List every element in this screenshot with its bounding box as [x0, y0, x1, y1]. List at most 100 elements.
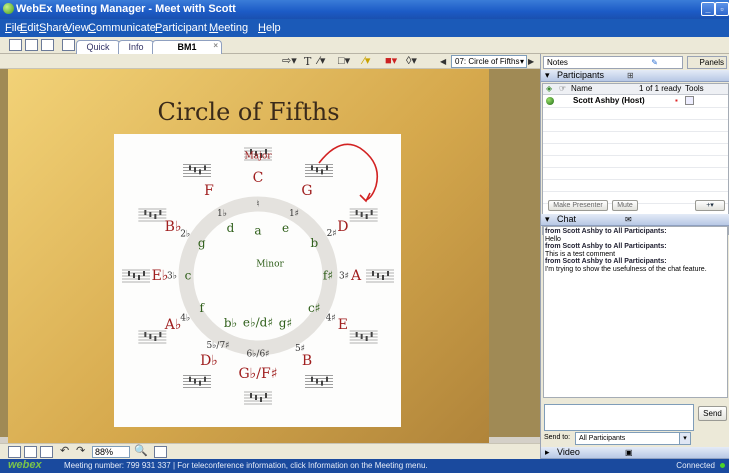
rotate-left-icon[interactable]: ↶: [60, 445, 69, 458]
chat-bubble-icon: ✉: [625, 215, 632, 224]
chat-input[interactable]: [544, 404, 694, 431]
status-bar: webex Meeting number: 799 931 337 | For …: [0, 459, 729, 473]
window-title: WebEx Meeting Manager - Meet with Scott: [16, 3, 236, 15]
camera-icon: ▣: [625, 448, 633, 457]
name-column-header[interactable]: Name: [571, 84, 592, 94]
connection-status: Connected: [676, 461, 715, 470]
line-tool-icon[interactable]: ∕▾: [318, 55, 325, 68]
rotate-right-icon[interactable]: ↷: [76, 445, 85, 458]
next-slide-icon[interactable]: ▶: [528, 55, 534, 68]
mute-button[interactable]: Mute: [612, 200, 638, 211]
key-signature-staff: [244, 391, 272, 405]
send-button[interactable]: Send: [698, 406, 727, 421]
color-picker-icon[interactable]: ■▾: [385, 55, 397, 68]
layout-1-icon[interactable]: [8, 446, 21, 458]
key-signature-label: 5♭/7♯: [206, 341, 229, 351]
notes-label: Notes: [547, 58, 568, 67]
menu-participant[interactable]: Participant: [155, 22, 207, 34]
minor-key-label: a: [254, 224, 261, 238]
layout-2-icon[interactable]: [24, 446, 37, 458]
chat-sender: from Scott Ashby to All Participants:: [545, 243, 667, 250]
key-signature-label: 5♯: [295, 344, 305, 354]
eraser-tool-icon[interactable]: ◊▾: [406, 55, 417, 68]
restore-icon[interactable]: ▫: [715, 2, 729, 16]
major-key-label: B: [302, 353, 312, 369]
send-to-select[interactable]: All Participants ▾: [575, 432, 691, 445]
make-presenter-button[interactable]: Make Presenter: [548, 200, 608, 211]
key-signature-staff: [366, 269, 394, 283]
menu-share[interactable]: Share: [39, 22, 68, 34]
key-signature-label: 3♭: [167, 272, 177, 282]
chat-sender: from Scott Ashby to All Participants:: [545, 258, 667, 265]
minor-key-label: e♭/d♯: [243, 316, 273, 330]
minor-key-label: g: [198, 236, 206, 250]
notes-tab[interactable]: Notes ✎: [543, 56, 683, 69]
major-key-label: C: [253, 170, 264, 186]
annotation-toolbar: ⇨▾ T ∕▾ □▾ ⁄▾ ■▾ ◊▾ ◀ 07: Circle of Fift…: [0, 54, 540, 69]
minor-key-label: c♯: [308, 301, 321, 315]
menu-communicate[interactable]: Communicate: [88, 22, 156, 34]
key-signature-label: 6♭/6♯: [246, 350, 269, 360]
share-document-icon[interactable]: [25, 39, 38, 51]
collapse-icon[interactable]: ▾: [545, 70, 550, 81]
key-signature-label: ♮: [256, 200, 259, 210]
tab-quick-start[interactable]: Quick Start: [76, 40, 120, 65]
participants-header[interactable]: ▾ Participants ⊞: [541, 70, 729, 82]
slide-selector-value: 07: Circle of Fifths: [455, 57, 520, 66]
tools-column-header: Tools: [685, 84, 704, 93]
ready-count: 1 of 1 ready: [639, 84, 682, 93]
layout-3-icon[interactable]: [40, 446, 53, 458]
highlighter-tool-icon[interactable]: ⁄▾: [363, 55, 370, 68]
zoom-select[interactable]: 88%: [92, 446, 130, 458]
minor-label: Minor: [256, 260, 284, 270]
participant-row-divider: [543, 179, 728, 180]
chat-collapse-icon[interactable]: ▾: [545, 214, 550, 225]
menu-view[interactable]: View: [65, 22, 89, 34]
video-header[interactable]: ▸ Video ▣: [541, 447, 729, 459]
chat-message: from Scott Ashby to All Participants: I'm…: [545, 258, 726, 273]
rectangle-tool-icon[interactable]: □▾: [338, 55, 350, 68]
menu-edit[interactable]: Edit: [20, 22, 39, 34]
chevron-down-icon[interactable]: ▾: [679, 433, 690, 444]
tab-info[interactable]: Info: [118, 40, 154, 54]
menu-bar: File Edit Share View Communicate Partici…: [0, 19, 729, 37]
whiteboard-icon[interactable]: [41, 39, 54, 51]
pointer-tool-icon[interactable]: ⇨▾: [282, 55, 297, 68]
slide-selector[interactable]: 07: Circle of Fifths ▾: [451, 55, 527, 68]
close-tab-icon[interactable]: ×: [213, 39, 218, 52]
menu-meeting[interactable]: Meeting: [209, 22, 248, 34]
tab-bm1-label: BM1: [177, 42, 197, 52]
send-to-value: All Participants: [579, 435, 626, 442]
minor-key-label: b: [310, 236, 318, 250]
participant-row-divider: [543, 155, 728, 156]
tab-bm1[interactable]: BM1 ×: [152, 40, 222, 54]
send-to-label: Send to:: [544, 434, 571, 441]
major-key-label: B♭: [165, 219, 182, 235]
panels-button[interactable]: Panels: [687, 56, 727, 69]
key-signature-label: 3♯: [339, 272, 349, 282]
participant-row[interactable]: Scott Ashby (Host) ▪: [543, 95, 728, 107]
chat-text: This is a test comment: [545, 250, 616, 258]
fit-page-icon[interactable]: [154, 446, 167, 458]
chat-log: from Scott Ashby to All Participants: Hel…: [543, 226, 728, 398]
tools-icon[interactable]: [685, 96, 694, 105]
notes-icon: ✎: [651, 58, 658, 67]
major-key-label: G♭/F♯: [239, 366, 278, 382]
new-document-icon[interactable]: [9, 39, 22, 51]
chat-header[interactable]: ▾ Chat ✉: [541, 214, 729, 226]
key-signature-label: 1♭: [217, 209, 227, 219]
participants-title: Participants: [557, 70, 605, 80]
edit-icon[interactable]: [62, 39, 75, 51]
zoom-icon[interactable]: 🔍: [134, 445, 148, 458]
participant-row-divider: [543, 107, 728, 108]
prev-slide-icon[interactable]: ◀: [440, 55, 446, 68]
text-tool-icon[interactable]: T: [304, 55, 311, 68]
menu-help[interactable]: Help: [258, 22, 281, 34]
major-key-label: A♭: [164, 317, 182, 333]
participant-name: Scott Ashby (Host): [573, 96, 645, 105]
expand-icon[interactable]: ▸: [545, 447, 550, 458]
minimize-icon[interactable]: _: [701, 2, 715, 16]
chat-text: Hello: [545, 235, 561, 243]
major-key-label: D: [337, 219, 348, 235]
add-participant-button[interactable]: +▾: [695, 200, 725, 211]
